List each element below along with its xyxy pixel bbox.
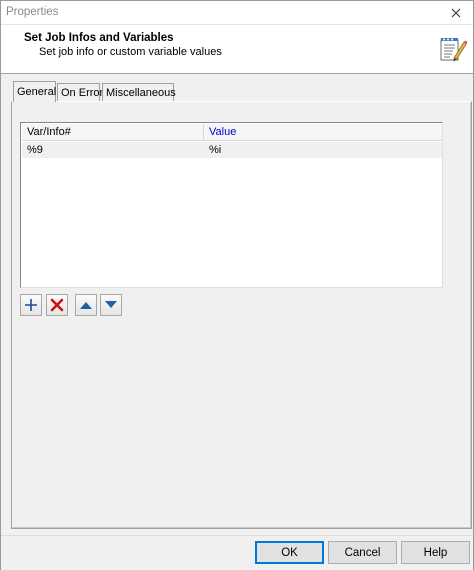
- tab-general[interactable]: General: [13, 81, 56, 102]
- variables-grid[interactable]: Var/Info# Value %9 %i: [20, 122, 443, 288]
- tab-on-error-label: On Error: [61, 87, 104, 99]
- notepad-pencil-icon: [440, 38, 468, 62]
- red-x-icon: [50, 298, 64, 312]
- header-title: Set Job Infos and Variables: [24, 32, 174, 44]
- window-title: Properties: [6, 6, 59, 18]
- cancel-button[interactable]: Cancel: [328, 541, 397, 564]
- ok-button[interactable]: OK: [255, 541, 324, 564]
- add-button[interactable]: [20, 294, 42, 316]
- dialog-header: Set Job Infos and Variables Set job info…: [1, 25, 473, 74]
- column-header-value[interactable]: Value: [204, 124, 442, 141]
- close-button[interactable]: [439, 1, 473, 24]
- tab-on-error[interactable]: On Error: [57, 83, 104, 101]
- help-button[interactable]: Help: [401, 541, 470, 564]
- delete-button[interactable]: [46, 294, 68, 316]
- tab-miscellaneous[interactable]: Miscellaneous: [102, 83, 176, 101]
- plus-icon: [25, 299, 37, 311]
- grid-header: Var/Info# Value: [22, 124, 442, 141]
- arrow-down-icon: [105, 301, 117, 308]
- tab-general-label: General: [17, 86, 57, 98]
- cell-value[interactable]: %i: [204, 142, 442, 158]
- close-icon: [451, 8, 461, 17]
- table-row[interactable]: %9 %i: [22, 142, 442, 158]
- move-down-button[interactable]: [100, 294, 122, 316]
- tab-miscellaneous-label: Miscellaneous: [106, 87, 176, 99]
- column-header-var-info[interactable]: Var/Info#: [22, 124, 204, 141]
- arrow-up-icon: [80, 302, 92, 309]
- properties-dialog: Properties Set Job Infos and Variables S…: [0, 0, 474, 570]
- move-up-button[interactable]: [75, 294, 97, 316]
- header-subtitle: Set job info or custom variable values: [39, 46, 222, 58]
- cell-var-info[interactable]: %9: [22, 142, 204, 158]
- title-bar: Properties: [1, 1, 473, 25]
